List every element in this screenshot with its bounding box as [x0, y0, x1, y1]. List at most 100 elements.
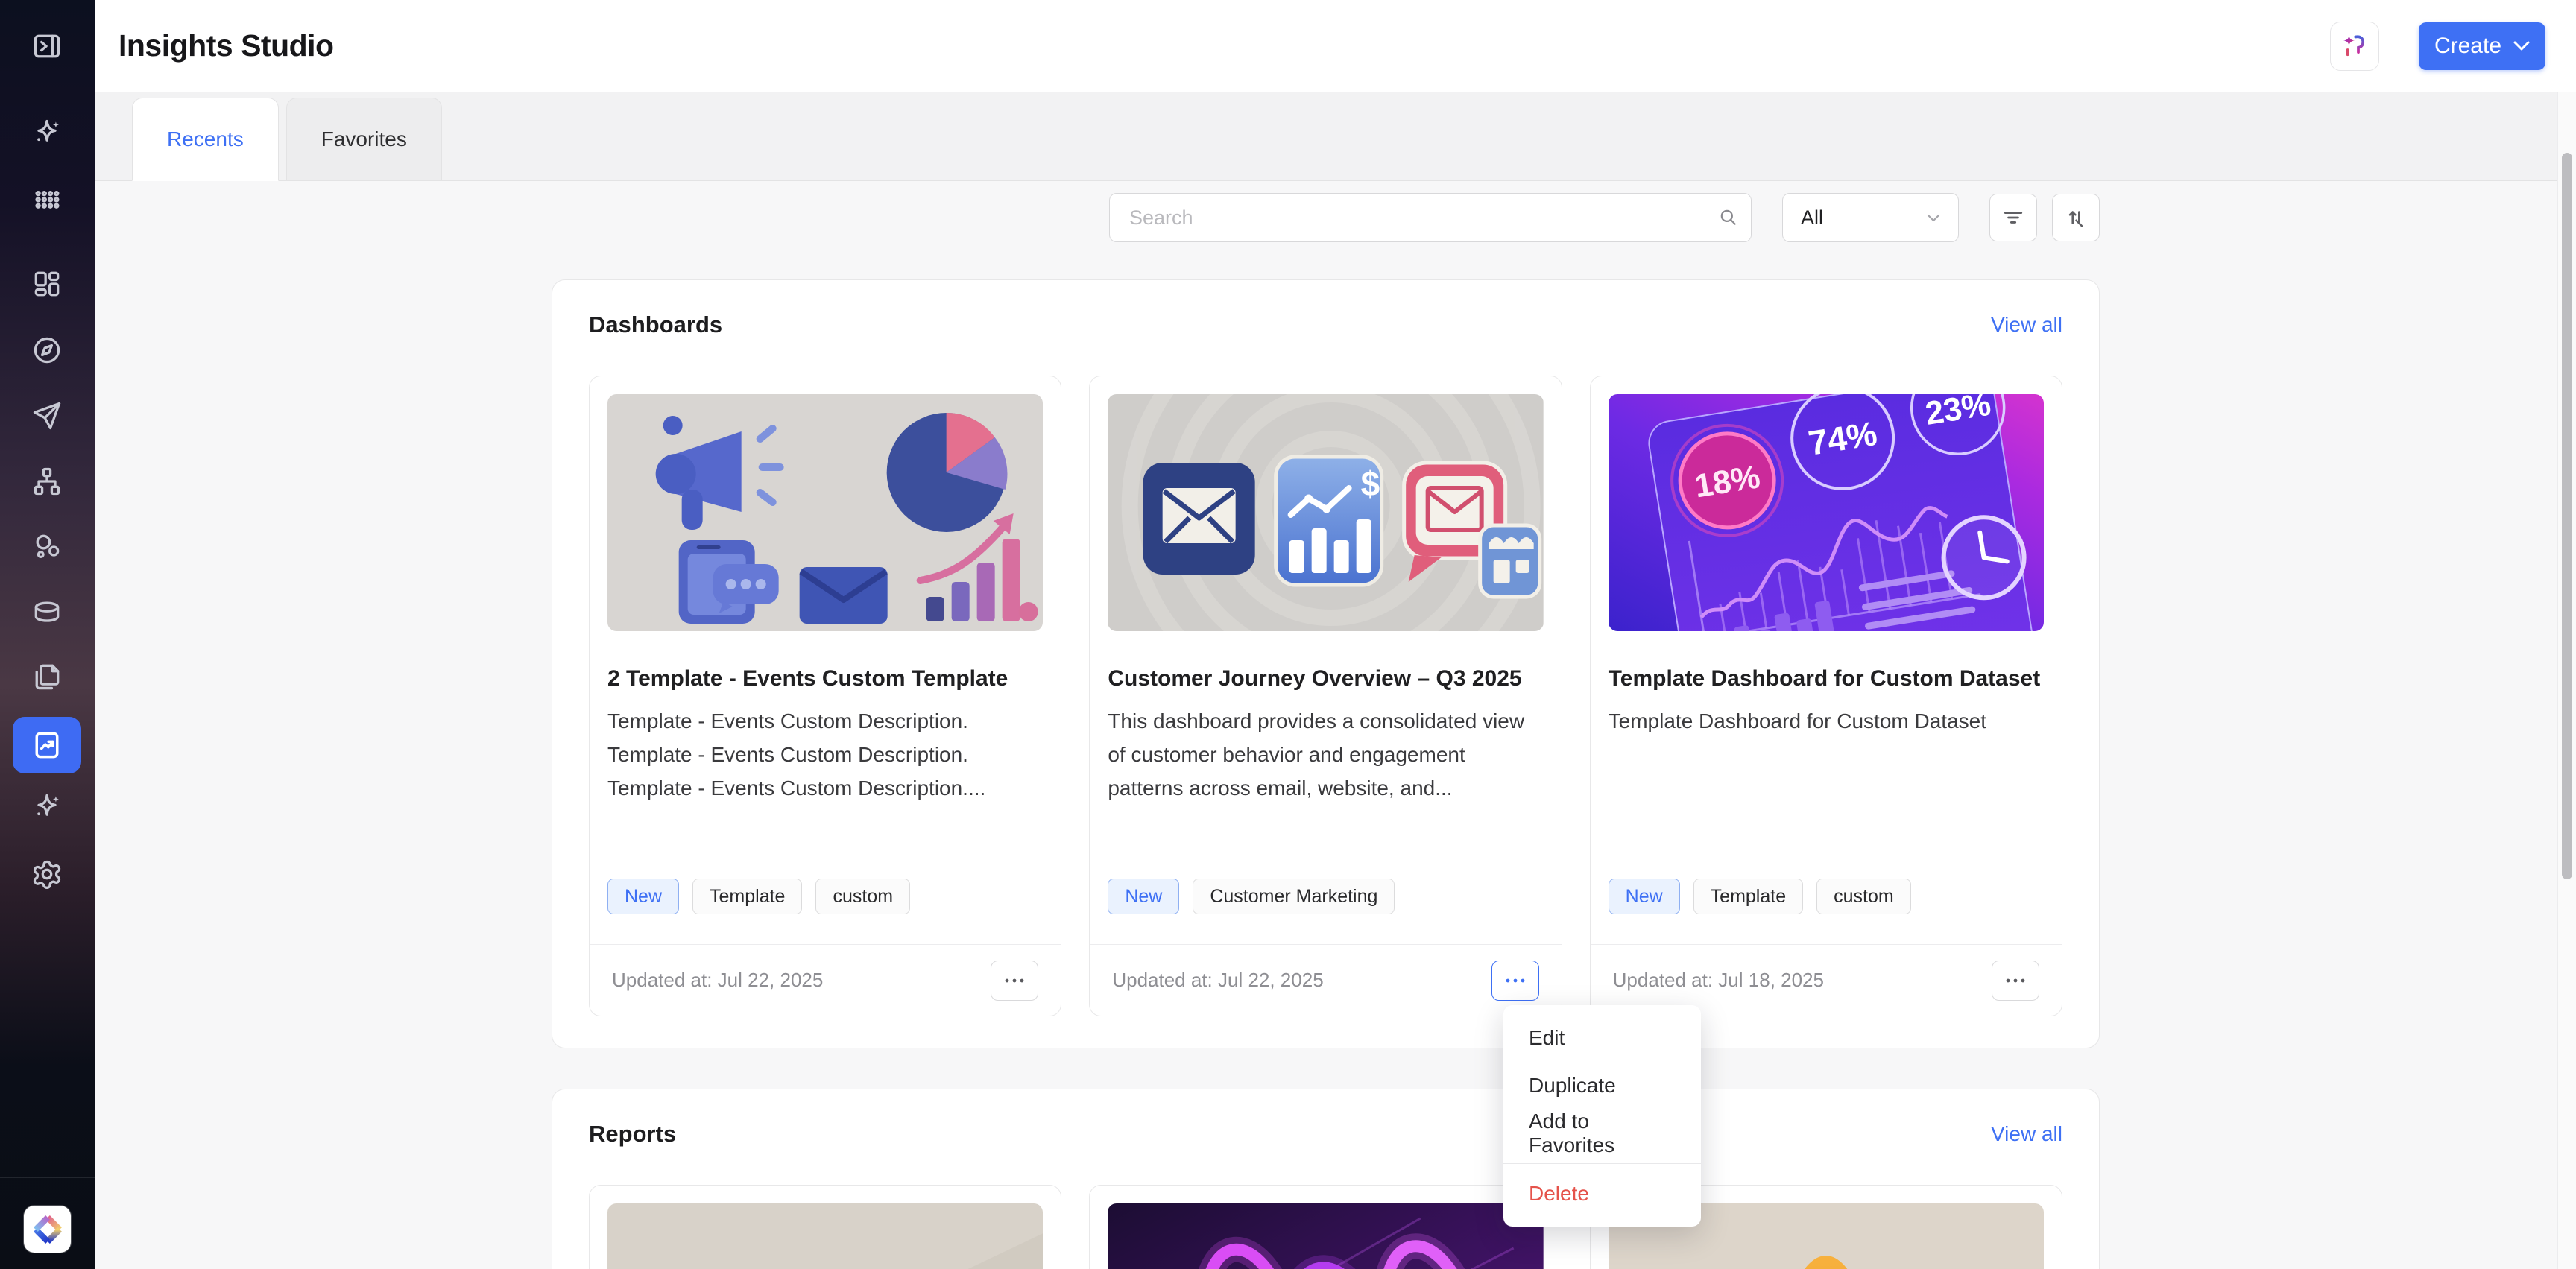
dashboard-card-3[interactable]: 18% 74% 23%	[1590, 376, 2062, 1016]
ellipsis-icon	[2006, 978, 2025, 983]
dashboard-thumbnail-marketing-icons	[607, 394, 1043, 631]
page-title: Insights Studio	[119, 0, 334, 92]
ai-sparkle-head-icon	[2340, 31, 2370, 61]
create-button[interactable]: Create	[2419, 22, 2545, 70]
card-description: Template Dashboard for Custom Dataset	[1609, 704, 2044, 738]
copy-pages-icon	[31, 660, 63, 693]
tab-favorites[interactable]: Favorites	[286, 98, 442, 181]
layout-dashboard-icon	[31, 268, 63, 300]
search-icon	[1719, 208, 1738, 227]
sidebar	[0, 0, 95, 1269]
sidebar-item-apps[interactable]	[31, 183, 63, 215]
tab-strip: Recents Favorites	[95, 92, 2576, 181]
card-menu-button-open[interactable]	[1491, 961, 1539, 1001]
sidebar-item-journeys[interactable]	[31, 465, 63, 498]
type-filter-select[interactable]: All	[1782, 193, 1959, 242]
header: Insights Studio Create	[95, 0, 2576, 92]
send-icon	[31, 399, 63, 432]
context-menu-delete[interactable]: Delete	[1503, 1170, 1701, 1218]
sidebar-divider	[0, 1177, 95, 1178]
search-input[interactable]	[1110, 194, 1705, 241]
card-menu-button[interactable]	[1992, 961, 2039, 1001]
sidebar-item-dashboards[interactable]	[31, 268, 63, 300]
tag-new: New	[1108, 879, 1179, 914]
report-card-1[interactable]	[589, 1185, 1061, 1269]
create-button-label: Create	[2434, 34, 2501, 59]
ellipsis-icon	[1506, 978, 1525, 983]
file-chart-icon	[31, 729, 63, 762]
search-box	[1109, 193, 1752, 242]
reports-view-all-link[interactable]: View all	[1991, 1122, 2062, 1146]
dashboard-card-2[interactable]: $ Customer Journey Overview – Q	[1089, 376, 1562, 1016]
updated-at-label: Updated at: Jul 22, 2025	[1112, 969, 1323, 992]
ellipsis-icon	[1005, 978, 1024, 983]
compass-icon	[31, 334, 63, 367]
scrollbar-track[interactable]	[2557, 92, 2576, 1269]
filter-lines-icon	[2002, 206, 2024, 229]
collapse-panel-icon	[31, 30, 63, 63]
tag-new: New	[607, 879, 679, 914]
dashboards-section: Dashboards View all	[552, 279, 2100, 1048]
card-title: 2 Template - Events Custom Template	[607, 662, 1043, 695]
sparkles-icon	[31, 117, 63, 150]
sidebar-item-ai-assist[interactable]	[31, 117, 63, 150]
tag: Customer Marketing	[1193, 879, 1395, 914]
dashboard-thumbnail-neon-analytics: 18% 74% 23%	[1609, 394, 2044, 631]
sort-arrows-icon	[2065, 206, 2087, 229]
svg-text:$: $	[1361, 464, 1380, 503]
card-menu-button[interactable]	[991, 961, 1038, 1001]
report-thumbnail-blue-arrow	[607, 1203, 1043, 1269]
context-menu-add-to-favorites[interactable]: Add to Favorites	[1503, 1110, 1701, 1157]
context-menu-duplicate[interactable]: Duplicate	[1503, 1062, 1701, 1110]
card-title: Customer Journey Overview – Q3 2025	[1108, 662, 1543, 695]
sidebar-item-settings[interactable]	[31, 858, 63, 890]
grid-dots-icon	[31, 183, 63, 215]
context-menu-divider	[1503, 1163, 1701, 1164]
sidebar-item-insights-active[interactable]	[13, 717, 81, 773]
search-button[interactable]	[1705, 194, 1751, 241]
chevron-down-icon	[2513, 41, 2530, 51]
sort-button[interactable]	[2052, 194, 2100, 241]
sidebar-item-segments[interactable]	[31, 531, 63, 563]
sidebar-item-ai-tools[interactable]	[31, 791, 63, 824]
card-description: Template - Events Custom Description. Te…	[607, 704, 1043, 805]
tag: custom	[1816, 879, 1911, 914]
card-title: Template Dashboard for Custom Dataset	[1609, 662, 2044, 695]
sidebar-item-data[interactable]	[31, 596, 63, 629]
gear-icon	[31, 858, 63, 890]
toolbar: All	[552, 193, 2100, 242]
tag: Template	[692, 879, 802, 914]
tag-new: New	[1609, 879, 1680, 914]
scrollbar-thumb[interactable]	[2562, 153, 2572, 879]
filter-button[interactable]	[1989, 194, 2037, 241]
dashboard-thumbnail-email-commerce: $	[1108, 394, 1543, 631]
updated-at-label: Updated at: Jul 22, 2025	[612, 969, 823, 992]
report-thumbnail-neon-rings	[1108, 1203, 1543, 1269]
sidebar-collapse-button[interactable]	[31, 30, 63, 63]
section-title-reports: Reports	[589, 1121, 676, 1148]
ai-assistant-button[interactable]	[2330, 22, 2379, 71]
tab-recents[interactable]: Recents	[132, 98, 279, 181]
sitemap-icon	[31, 465, 63, 498]
card-description: This dashboard provides a consolidated v…	[1108, 704, 1543, 805]
report-card-2[interactable]	[1089, 1185, 1562, 1269]
sidebar-item-templates[interactable]	[31, 660, 63, 693]
reports-section: Reports View all	[552, 1089, 2100, 1269]
brand-logo[interactable]	[24, 1206, 71, 1253]
diamond-logo-icon	[31, 1212, 65, 1247]
card-context-menu: Edit Duplicate Add to Favorites Delete	[1503, 1005, 1701, 1227]
sidebar-item-explore[interactable]	[31, 334, 63, 367]
tag: custom	[815, 879, 910, 914]
dashboard-card-1[interactable]: 2 Template - Events Custom Template Temp…	[589, 376, 1061, 1016]
sparkles-icon	[31, 791, 63, 824]
database-icon	[31, 596, 63, 629]
chevron-down-icon	[1927, 214, 1940, 222]
dashboards-view-all-link[interactable]: View all	[1991, 313, 2062, 337]
section-title-dashboards: Dashboards	[589, 311, 722, 338]
updated-at-label: Updated at: Jul 18, 2025	[1613, 969, 1824, 992]
bubbles-icon	[31, 531, 63, 563]
insights-studio-app: Insights Studio Create	[0, 0, 2576, 1269]
tag: Template	[1693, 879, 1803, 914]
context-menu-edit[interactable]: Edit	[1503, 1014, 1701, 1062]
sidebar-item-campaigns[interactable]	[31, 399, 63, 432]
